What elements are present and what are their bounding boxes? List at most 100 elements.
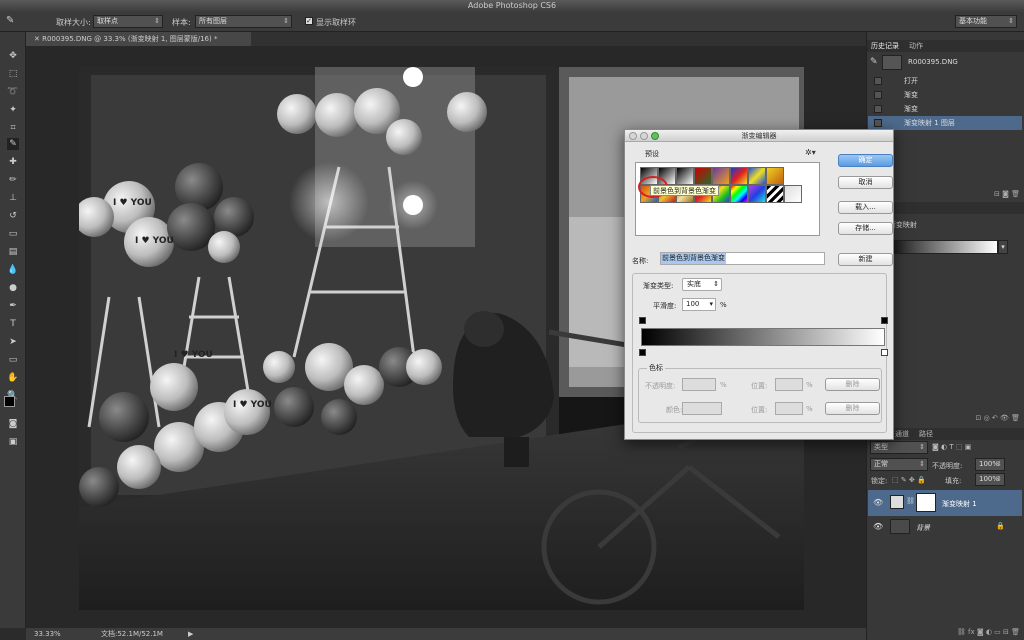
path-select-icon[interactable]: ➤: [7, 336, 19, 348]
delete-color-stop-button: 删除: [825, 402, 880, 415]
ok-button[interactable]: 确定: [838, 154, 893, 167]
presets-grid: 前景色到背景色渐变: [635, 162, 820, 236]
eyedropper-icon[interactable]: ✎: [6, 15, 14, 26]
preset-black-white[interactable]: [676, 167, 694, 185]
history-item[interactable]: 打开: [868, 74, 1022, 88]
load-button[interactable]: 载入...: [838, 201, 893, 214]
lock-icons[interactable]: ⬚ ✎ ✥ 🔒: [892, 476, 926, 484]
pen-tool-icon[interactable]: ✒: [7, 300, 19, 312]
stop-opacity-location-field: [775, 378, 803, 391]
layer-row-selected[interactable]: 👁 ⛓ 渐变映射 1: [868, 490, 1022, 516]
stop-color-label: 颜色:: [666, 406, 683, 414]
layer-name: 背景: [916, 524, 930, 532]
shape-tool-icon[interactable]: ▭: [7, 354, 19, 366]
visibility-eye-icon[interactable]: 👁: [873, 498, 883, 507]
snapshot-thumbnail: [882, 55, 902, 70]
fill-field[interactable]: 100%: [975, 473, 1005, 486]
document-size: 文档:52.1M/52.1M: [101, 630, 163, 638]
zoom-level[interactable]: 33.33%: [34, 628, 61, 640]
cancel-button[interactable]: 取消: [838, 176, 893, 189]
visibility-eye-icon[interactable]: 👁: [873, 522, 883, 531]
foreground-color-swatch[interactable]: [4, 396, 15, 407]
eyedropper-tool-icon[interactable]: ✎: [7, 138, 19, 150]
tab-paths[interactable]: 路径: [919, 429, 933, 439]
blend-mode-select[interactable]: 正常: [870, 458, 928, 471]
preset-transparent[interactable]: [784, 185, 802, 203]
adjustment-layer-icon: [890, 495, 904, 509]
tab-actions[interactable]: 动作: [909, 41, 923, 51]
move-tool-icon[interactable]: ✥: [7, 50, 19, 62]
color-stop-left[interactable]: [639, 349, 646, 356]
eraser-tool-icon[interactable]: ▭: [7, 228, 19, 240]
preset-blue-red-yellow[interactable]: [730, 167, 748, 185]
history-item-selected[interactable]: 渐变映射 1 图层: [868, 116, 1022, 130]
sample-size-select[interactable]: 取样点: [93, 15, 163, 28]
lock-icon: 🔒: [996, 522, 1005, 530]
opacity-field[interactable]: 100%: [975, 458, 1005, 471]
layer-row[interactable]: 👁 背景 🔒: [868, 517, 1022, 537]
preset-blue-yellow-blue[interactable]: [748, 167, 766, 185]
app-title: Adobe Photoshop CS6: [467, 1, 557, 10]
status-bar: 33.33% 文档:52.1M/52.1M ▶: [26, 628, 866, 640]
layers-footer-icons[interactable]: ⛓ fx ◙ ◐ ▭ ⊟ 🗑: [900, 628, 1020, 638]
workspace-select[interactable]: 基本功能: [955, 15, 1017, 28]
quick-select-icon[interactable]: ✦: [7, 104, 19, 116]
save-button[interactable]: 存储...: [838, 222, 893, 235]
chain-link-icon[interactable]: ⛓: [906, 497, 915, 505]
history-panel-footer-icons[interactable]: ⊟ ◙ 🗑: [940, 190, 1020, 200]
smoothness-field[interactable]: 100 ▾: [682, 298, 716, 311]
presets-gear-icon[interactable]: ✲▾: [805, 148, 816, 157]
dodge-tool-icon[interactable]: ●: [7, 282, 19, 294]
preset-red-green[interactable]: [694, 167, 712, 185]
show-ring-checkbox[interactable]: ✓: [305, 17, 313, 25]
balloon-text-3: I ♥ YOU: [174, 350, 213, 360]
zoom-window-button[interactable]: [651, 132, 659, 140]
layer-kind-filter[interactable]: 类型: [870, 441, 928, 454]
history-item[interactable]: 渐变: [868, 102, 1022, 116]
healing-brush-icon[interactable]: ✚: [7, 156, 19, 168]
type-tool-icon[interactable]: T: [7, 318, 19, 330]
gradient-tool-icon[interactable]: ▤: [7, 246, 19, 258]
opacity-stop-left[interactable]: [639, 317, 646, 324]
gradient-map-dropdown-icon[interactable]: ▾: [998, 240, 1008, 254]
name-field[interactable]: 前景色到背景色渐变: [660, 252, 825, 265]
brush-tool-icon[interactable]: ✏: [7, 174, 19, 186]
tab-channels[interactable]: 通道: [895, 429, 909, 439]
document-tab[interactable]: ✕ R000395.DNG @ 33.3% (渐变映射 1, 图层蒙版/16) …: [26, 32, 251, 46]
gradient-type-select[interactable]: 实底 ⇕: [682, 278, 722, 291]
gradient-map-preview[interactable]: [880, 240, 998, 254]
sample-select[interactable]: 所有图层: [195, 15, 292, 28]
close-window-button[interactable]: [629, 132, 637, 140]
screen-mode-icon[interactable]: ▣: [7, 436, 19, 448]
new-button[interactable]: 新建: [838, 253, 893, 266]
stop-color-location-field: [775, 402, 803, 415]
preset-orange-yellow[interactable]: [766, 167, 784, 185]
preset-tooltip: 前景色到背景色渐变: [650, 185, 719, 196]
hand-tool-icon[interactable]: ✋: [7, 372, 19, 384]
close-tab-icon[interactable]: ✕: [34, 35, 42, 43]
stamp-tool-icon[interactable]: ⊥: [7, 192, 19, 204]
tab-history[interactable]: 历史记录: [871, 41, 899, 51]
opacity-stop-right[interactable]: [881, 317, 888, 324]
minimize-window-button[interactable]: [640, 132, 648, 140]
layer-filter-icons[interactable]: ◙ ◐ T ⬚ ▣: [932, 443, 971, 451]
history-brush-icon[interactable]: ↺: [7, 210, 19, 222]
quick-mask-icon[interactable]: ◙: [7, 418, 19, 430]
marquee-tool-icon[interactable]: ⬚: [7, 68, 19, 80]
preset-rainbow[interactable]: [730, 185, 748, 203]
preset-violet-orange[interactable]: [712, 167, 730, 185]
color-stop-right[interactable]: [881, 349, 888, 356]
blur-tool-icon[interactable]: 💧: [7, 264, 19, 276]
preset-stripes[interactable]: [766, 185, 784, 203]
status-menu-arrow-icon[interactable]: ▶: [188, 628, 193, 640]
layer-mask-thumbnail[interactable]: [916, 493, 936, 512]
crop-tool-icon[interactable]: ⌗: [7, 122, 19, 134]
preset-violet-cyan[interactable]: [748, 185, 766, 203]
document-tab-title: R000395.DNG @ 33.3% (渐变映射 1, 图层蒙版/16) *: [42, 35, 218, 43]
properties-footer-icons[interactable]: ⊡ ◎ ↶ 👁 🗑: [920, 414, 1020, 424]
history-item[interactable]: 渐变: [868, 88, 1022, 102]
lasso-tool-icon[interactable]: ➰: [7, 86, 19, 98]
history-snapshot[interactable]: ✎ R000395.DNG: [868, 54, 1022, 72]
gradient-bar[interactable]: [641, 328, 885, 346]
gradient-editor-dialog: 渐变编辑器 预设 ✲▾ 前景色到背景色渐变 确定 取消 载入... 存储... …: [624, 129, 894, 440]
